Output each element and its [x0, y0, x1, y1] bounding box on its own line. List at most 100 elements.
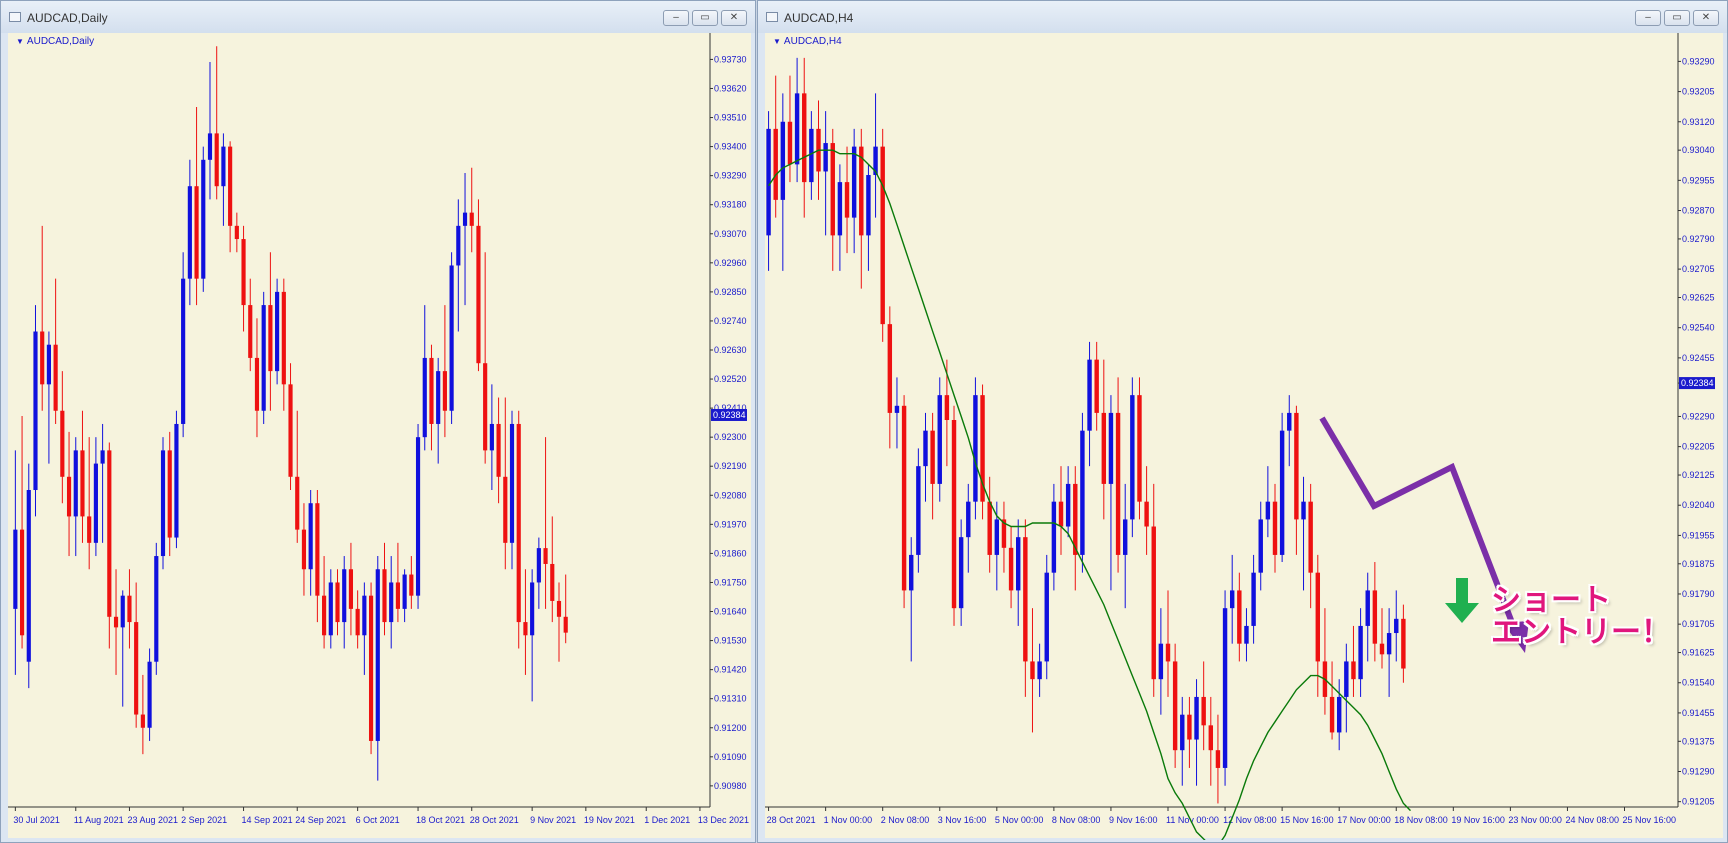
candle-body: [187, 186, 192, 279]
x-tick-label: 3 Nov 16:00: [938, 815, 987, 825]
y-tick-label: 0.91310: [714, 694, 747, 704]
candle-body: [1365, 590, 1370, 626]
y-tick-label: 0.93290: [1682, 56, 1715, 66]
candle-body: [402, 574, 407, 609]
candle-body: [328, 582, 333, 636]
y-tick-label: 0.91750: [714, 577, 747, 587]
candle-body: [281, 291, 286, 385]
candle-body: [1215, 750, 1221, 768]
chart-window-daily[interactable]: AUDCAD,Daily – ▭ ✕ 0.93730 0.93620 0.93510…: [0, 0, 756, 843]
candle-body: [335, 582, 340, 623]
restore-button[interactable]: ▭: [692, 10, 718, 26]
candle-body: [261, 305, 266, 411]
y-tick-label: 0.91200: [714, 723, 747, 733]
candle-body: [1329, 696, 1335, 733]
minimize-button[interactable]: –: [1635, 10, 1661, 26]
y-tick-label: 0.92125: [1682, 470, 1715, 480]
candle-body: [1258, 519, 1263, 573]
candle-body: [1115, 412, 1121, 555]
candle-body: [844, 182, 850, 218]
candle-body: [342, 569, 347, 623]
minimize-button[interactable]: –: [663, 10, 689, 26]
candle-body: [1151, 526, 1156, 680]
x-tick-label: 9 Nov 16:00: [1109, 815, 1158, 825]
y-tick-label: 0.91455: [1682, 708, 1715, 718]
candle-body: [1308, 501, 1313, 573]
close-button[interactable]: ✕: [721, 10, 747, 26]
candle-body: [1344, 661, 1349, 697]
y-tick-label: 0.92520: [714, 374, 747, 384]
candlestick-chart-h4[interactable]: 0.93290 0.93205 0.93120 0.93040 0.92955 0.928…: [765, 33, 1725, 840]
candle-body: [483, 363, 488, 451]
y-tick-label: 0.92290: [1682, 411, 1715, 421]
candle-body: [1087, 359, 1092, 431]
titlebar-h4[interactable]: AUDCAD,H4 – ▭ ✕: [758, 1, 1727, 33]
candle-body: [66, 476, 72, 517]
candle-body: [794, 93, 800, 165]
restore-button[interactable]: ▭: [1664, 10, 1690, 26]
candle-body: [87, 516, 92, 543]
candle-body: [1023, 537, 1028, 662]
candle-body: [241, 239, 246, 306]
chart-window-h4[interactable]: AUDCAD,H4 – ▭ ✕ 0.93290 0.93205 0.93120 0.9…: [757, 0, 1728, 843]
candle-body: [368, 595, 374, 741]
candle-body: [127, 595, 132, 623]
candle-body: [40, 331, 45, 385]
candle-body: [207, 133, 213, 160]
y-tick-label: 0.92540: [1682, 323, 1715, 333]
y-tick-label: 0.93400: [714, 142, 747, 152]
y-tick-label: 0.93180: [714, 200, 747, 210]
chart-area-h4[interactable]: 0.93290 0.93205 0.93120 0.93040 0.92955 0.928…: [765, 33, 1725, 840]
candle-body: [563, 616, 568, 633]
candle-body: [1265, 501, 1271, 520]
candle-body: [509, 423, 515, 543]
symbol-label-text: AUDCAD,H4: [783, 36, 842, 47]
y-tick-label: 0.91640: [714, 607, 747, 617]
candle-body: [295, 476, 300, 530]
moving-average-line: [768, 149, 1411, 840]
candle-body: [322, 595, 327, 636]
candle-body: [944, 395, 950, 420]
x-tick-label: 19 Nov 16:00: [1451, 815, 1505, 825]
candle-body: [462, 212, 468, 226]
dropdown-triangle-icon[interactable]: ▼: [773, 37, 781, 46]
candle-body: [1301, 501, 1306, 520]
candle-body: [234, 225, 239, 240]
candle-body: [80, 450, 85, 517]
candle-body: [201, 159, 206, 279]
annotation-line-1: ショート: [1491, 583, 1611, 618]
y-tick-label: 0.92190: [714, 461, 747, 471]
candle-body: [1237, 590, 1242, 644]
close-button[interactable]: ✕: [1693, 10, 1719, 26]
dropdown-triangle-icon[interactable]: ▼: [16, 37, 24, 46]
window-title: AUDCAD,Daily: [27, 11, 108, 25]
candle-body: [1358, 625, 1363, 680]
candlestick-chart-daily[interactable]: 0.93730 0.93620 0.93510 0.93400 0.93290 0.931…: [8, 33, 753, 840]
candle-body: [362, 595, 367, 636]
candle-body: [1394, 618, 1399, 634]
annotation-line-2: エントリー！: [1491, 615, 1671, 650]
y-tick-label: 0.91705: [1682, 619, 1715, 629]
current-price-label: 0.92384: [1681, 378, 1714, 388]
candle-body: [1044, 572, 1049, 662]
x-tick-label: 13 Dec 2021: [698, 815, 749, 825]
y-tick-label: 0.91790: [1682, 589, 1715, 599]
x-tick-label: 2 Nov 08:00: [881, 815, 930, 825]
x-tick-label: 30 Jul 2021: [13, 815, 60, 825]
candle-body: [1144, 501, 1149, 527]
candle-body: [1372, 590, 1378, 644]
candle-body: [409, 574, 414, 596]
candle-body: [174, 423, 179, 538]
candle-body: [93, 463, 98, 543]
titlebar-daily[interactable]: AUDCAD,Daily – ▭ ✕: [1, 1, 755, 33]
candle-body: [13, 529, 18, 609]
candle-body: [301, 529, 307, 570]
y-tick-label: 0.92960: [714, 258, 747, 268]
candle-body: [1016, 537, 1021, 591]
y-tick-label: 0.92790: [1682, 234, 1715, 244]
candle-body: [1351, 661, 1356, 680]
candle-body: [503, 476, 508, 543]
candle-body: [429, 357, 434, 424]
chart-area-daily[interactable]: 0.93730 0.93620 0.93510 0.93400 0.93290 0.931…: [8, 33, 751, 838]
y-tick-label: 0.92455: [1682, 353, 1715, 363]
